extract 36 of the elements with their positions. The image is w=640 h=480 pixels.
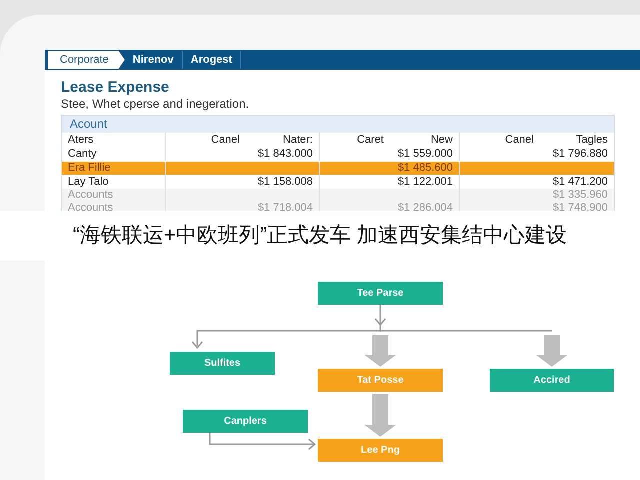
table-cell: $1 122.001 bbox=[398, 176, 453, 188]
flow-node: Lee Png bbox=[318, 439, 443, 462]
table-cell: $1 158.008 bbox=[258, 176, 313, 188]
table-cell: Accounts bbox=[68, 189, 114, 201]
table-cell: Accounts bbox=[68, 202, 114, 214]
flow-node: Accired bbox=[490, 369, 614, 392]
breadcrumb-item[interactable]: Nirenov bbox=[124, 51, 183, 69]
flow-node: Sulfites bbox=[170, 352, 275, 375]
block-arrow bbox=[364, 394, 396, 437]
table-cell: $1 559.000 bbox=[398, 148, 453, 160]
table-cell: $1 471.200 bbox=[552, 176, 608, 188]
column-header: Canel bbox=[211, 134, 240, 146]
column-header: Canel bbox=[505, 134, 534, 146]
column-header: Nater: bbox=[283, 134, 313, 146]
table-cell: Era Fillie bbox=[68, 162, 111, 174]
column-header: Aters bbox=[68, 134, 94, 146]
table-cell: $1 335.960 bbox=[552, 189, 608, 201]
table-section-header: Acount bbox=[62, 116, 614, 133]
breadcrumb-item[interactable]: Corporate bbox=[48, 51, 125, 69]
table-cell: $1 718.004 bbox=[258, 202, 313, 214]
page-subtitle: Stee, Whet cperse and inegeration. bbox=[61, 97, 250, 111]
table-cell: $1 843.000 bbox=[258, 148, 313, 160]
flow-node: Tat Posse bbox=[318, 369, 443, 392]
table-cell: $1 748.900 bbox=[552, 202, 608, 214]
table-cell: $1 796.880 bbox=[552, 148, 608, 160]
table-cell: Lay Talo bbox=[68, 176, 109, 188]
flow-node: Canplers bbox=[183, 410, 308, 433]
column-header: New bbox=[430, 134, 453, 146]
table-cell: Canty bbox=[68, 148, 97, 160]
table-cell: $1 286.004 bbox=[398, 202, 453, 214]
table-cell: $1 485.600 bbox=[398, 162, 453, 174]
breadcrumb-item[interactable]: Arogest bbox=[182, 51, 242, 69]
column-header: Caret bbox=[357, 134, 384, 146]
page-title: Lease Expense bbox=[61, 79, 170, 97]
flow-node: Tee Parse bbox=[318, 282, 443, 305]
column-header: Tagles bbox=[576, 134, 608, 146]
